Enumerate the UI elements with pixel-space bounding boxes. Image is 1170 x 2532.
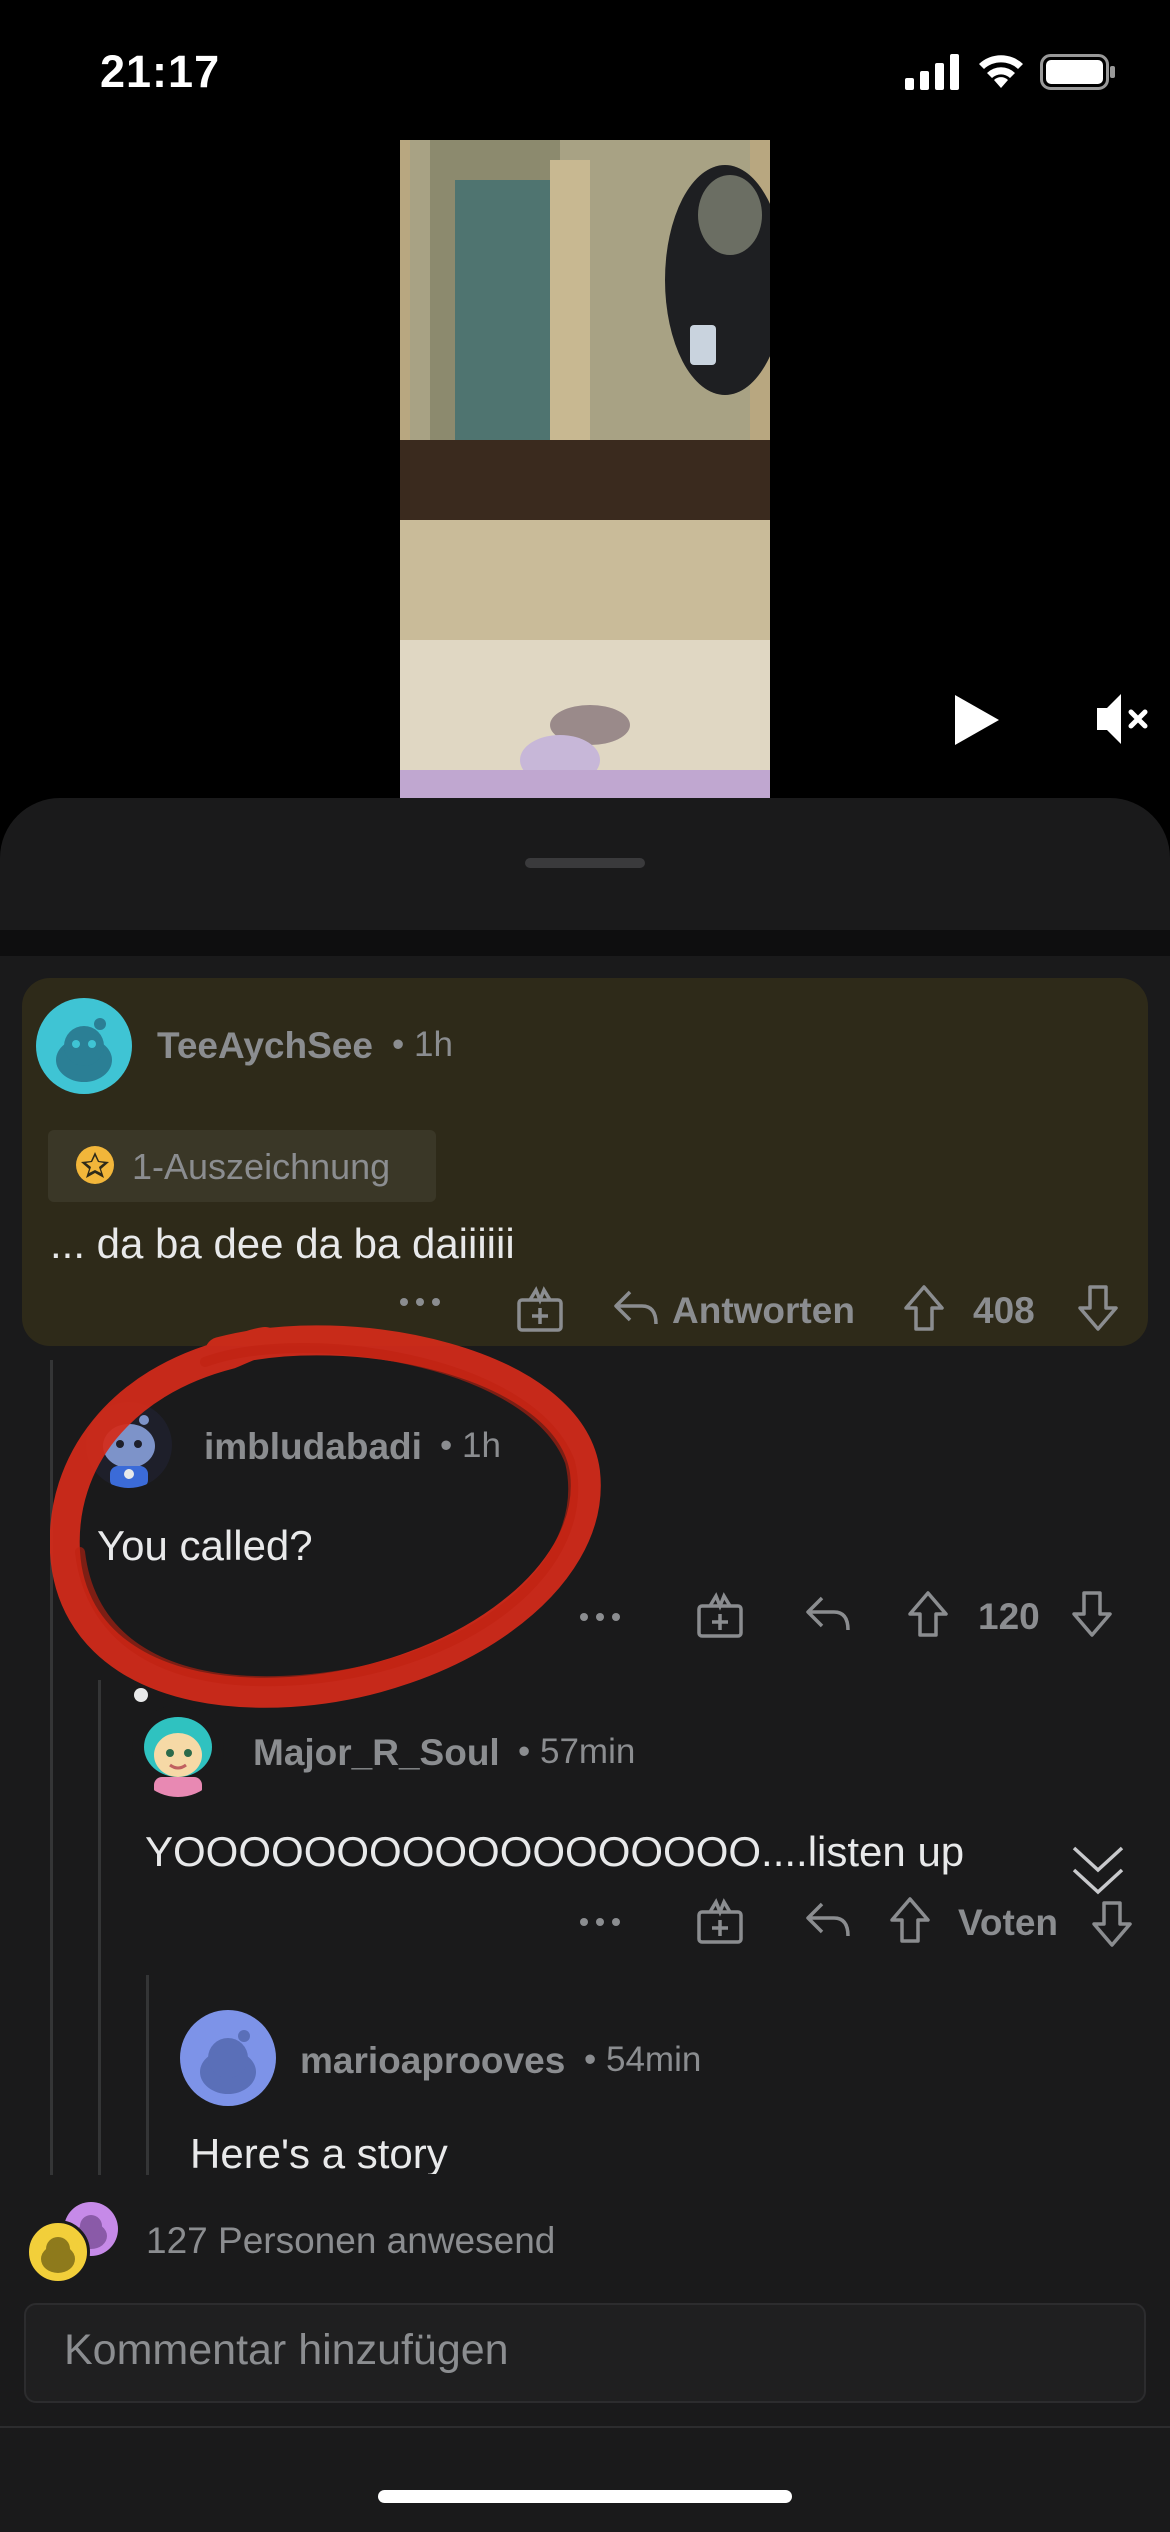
comment-body-clip: Here's a story	[190, 2130, 448, 2174]
sheet-drag-handle[interactable]	[525, 858, 645, 868]
more-options-icon[interactable]	[578, 1912, 622, 1932]
avatar	[26, 2220, 90, 2284]
comment-meta: • 54min	[584, 2040, 702, 2079]
status-time: 21:17	[100, 46, 221, 97]
vote-count: 408	[973, 1290, 1035, 1331]
comment-body: YOOOOOOOOOOOOOOOOOO....listen up	[145, 1828, 965, 1875]
award-label: 1-Auszeichnung	[132, 1146, 391, 1187]
red-annotation-circle	[50, 1322, 610, 1722]
comment-time: 57min	[539, 1732, 636, 1771]
comment-input-placeholder: Kommentar hinzufügen	[64, 2326, 509, 2374]
downvote-icon[interactable]	[1090, 1900, 1134, 1948]
reply-button[interactable]: Antworten	[672, 1290, 855, 1332]
reply-icon[interactable]	[612, 1288, 660, 1328]
comment-time: 1h	[413, 1025, 453, 1064]
muted-speaker-icon[interactable]	[1095, 690, 1155, 748]
gift-award-icon[interactable]	[696, 1592, 744, 1638]
bottom-divider	[0, 2426, 1170, 2428]
reply-icon[interactable]	[804, 1594, 852, 1634]
gift-award-icon[interactable]	[696, 1898, 744, 1944]
comment-meta: • 57min	[518, 1732, 636, 1771]
online-indicator	[134, 1688, 148, 1702]
comment-username[interactable]: marioaprooves	[300, 2040, 565, 2082]
avatar[interactable]	[180, 2010, 276, 2106]
comment-username[interactable]: Major_R_Soul	[253, 1732, 500, 1774]
avatar[interactable]	[36, 998, 132, 1094]
comment-time: 54min	[605, 2040, 702, 2079]
more-options-icon[interactable]	[398, 1292, 442, 1312]
video-player[interactable]	[400, 140, 770, 800]
video-frame-image	[400, 140, 770, 800]
comment-body: Here's a story	[190, 2130, 448, 2174]
sheet-divider	[0, 930, 1170, 956]
avatar[interactable]	[132, 1705, 224, 1797]
thread-line[interactable]	[146, 1975, 149, 2175]
comment-body: ... da ba dee da ba daiiiiii	[50, 1220, 515, 1267]
upvote-icon[interactable]	[888, 1896, 932, 1944]
comment-username[interactable]: TeeAychSee	[157, 1025, 373, 1067]
comment-meta: • 1h	[392, 1025, 453, 1064]
collapse-chevron-icon[interactable]	[1070, 1842, 1126, 1898]
award-star-icon	[72, 1142, 118, 1188]
vote-count: 120	[978, 1596, 1040, 1637]
vote-label: Voten	[958, 1902, 1059, 1943]
presence-count: 127 Personen anwesend	[146, 2220, 556, 2261]
upvote-icon[interactable]	[906, 1590, 950, 1638]
thread-line[interactable]	[98, 1680, 101, 2175]
downvote-icon[interactable]	[1070, 1590, 1114, 1638]
home-indicator[interactable]	[378, 2490, 792, 2503]
wifi-icon	[975, 50, 1027, 90]
cellular-signal-icon	[905, 54, 961, 90]
play-icon[interactable]	[953, 693, 1001, 747]
battery-icon	[1040, 54, 1116, 90]
downvote-icon[interactable]	[1076, 1284, 1120, 1332]
upvote-icon[interactable]	[902, 1284, 946, 1332]
reply-icon[interactable]	[804, 1900, 852, 1940]
